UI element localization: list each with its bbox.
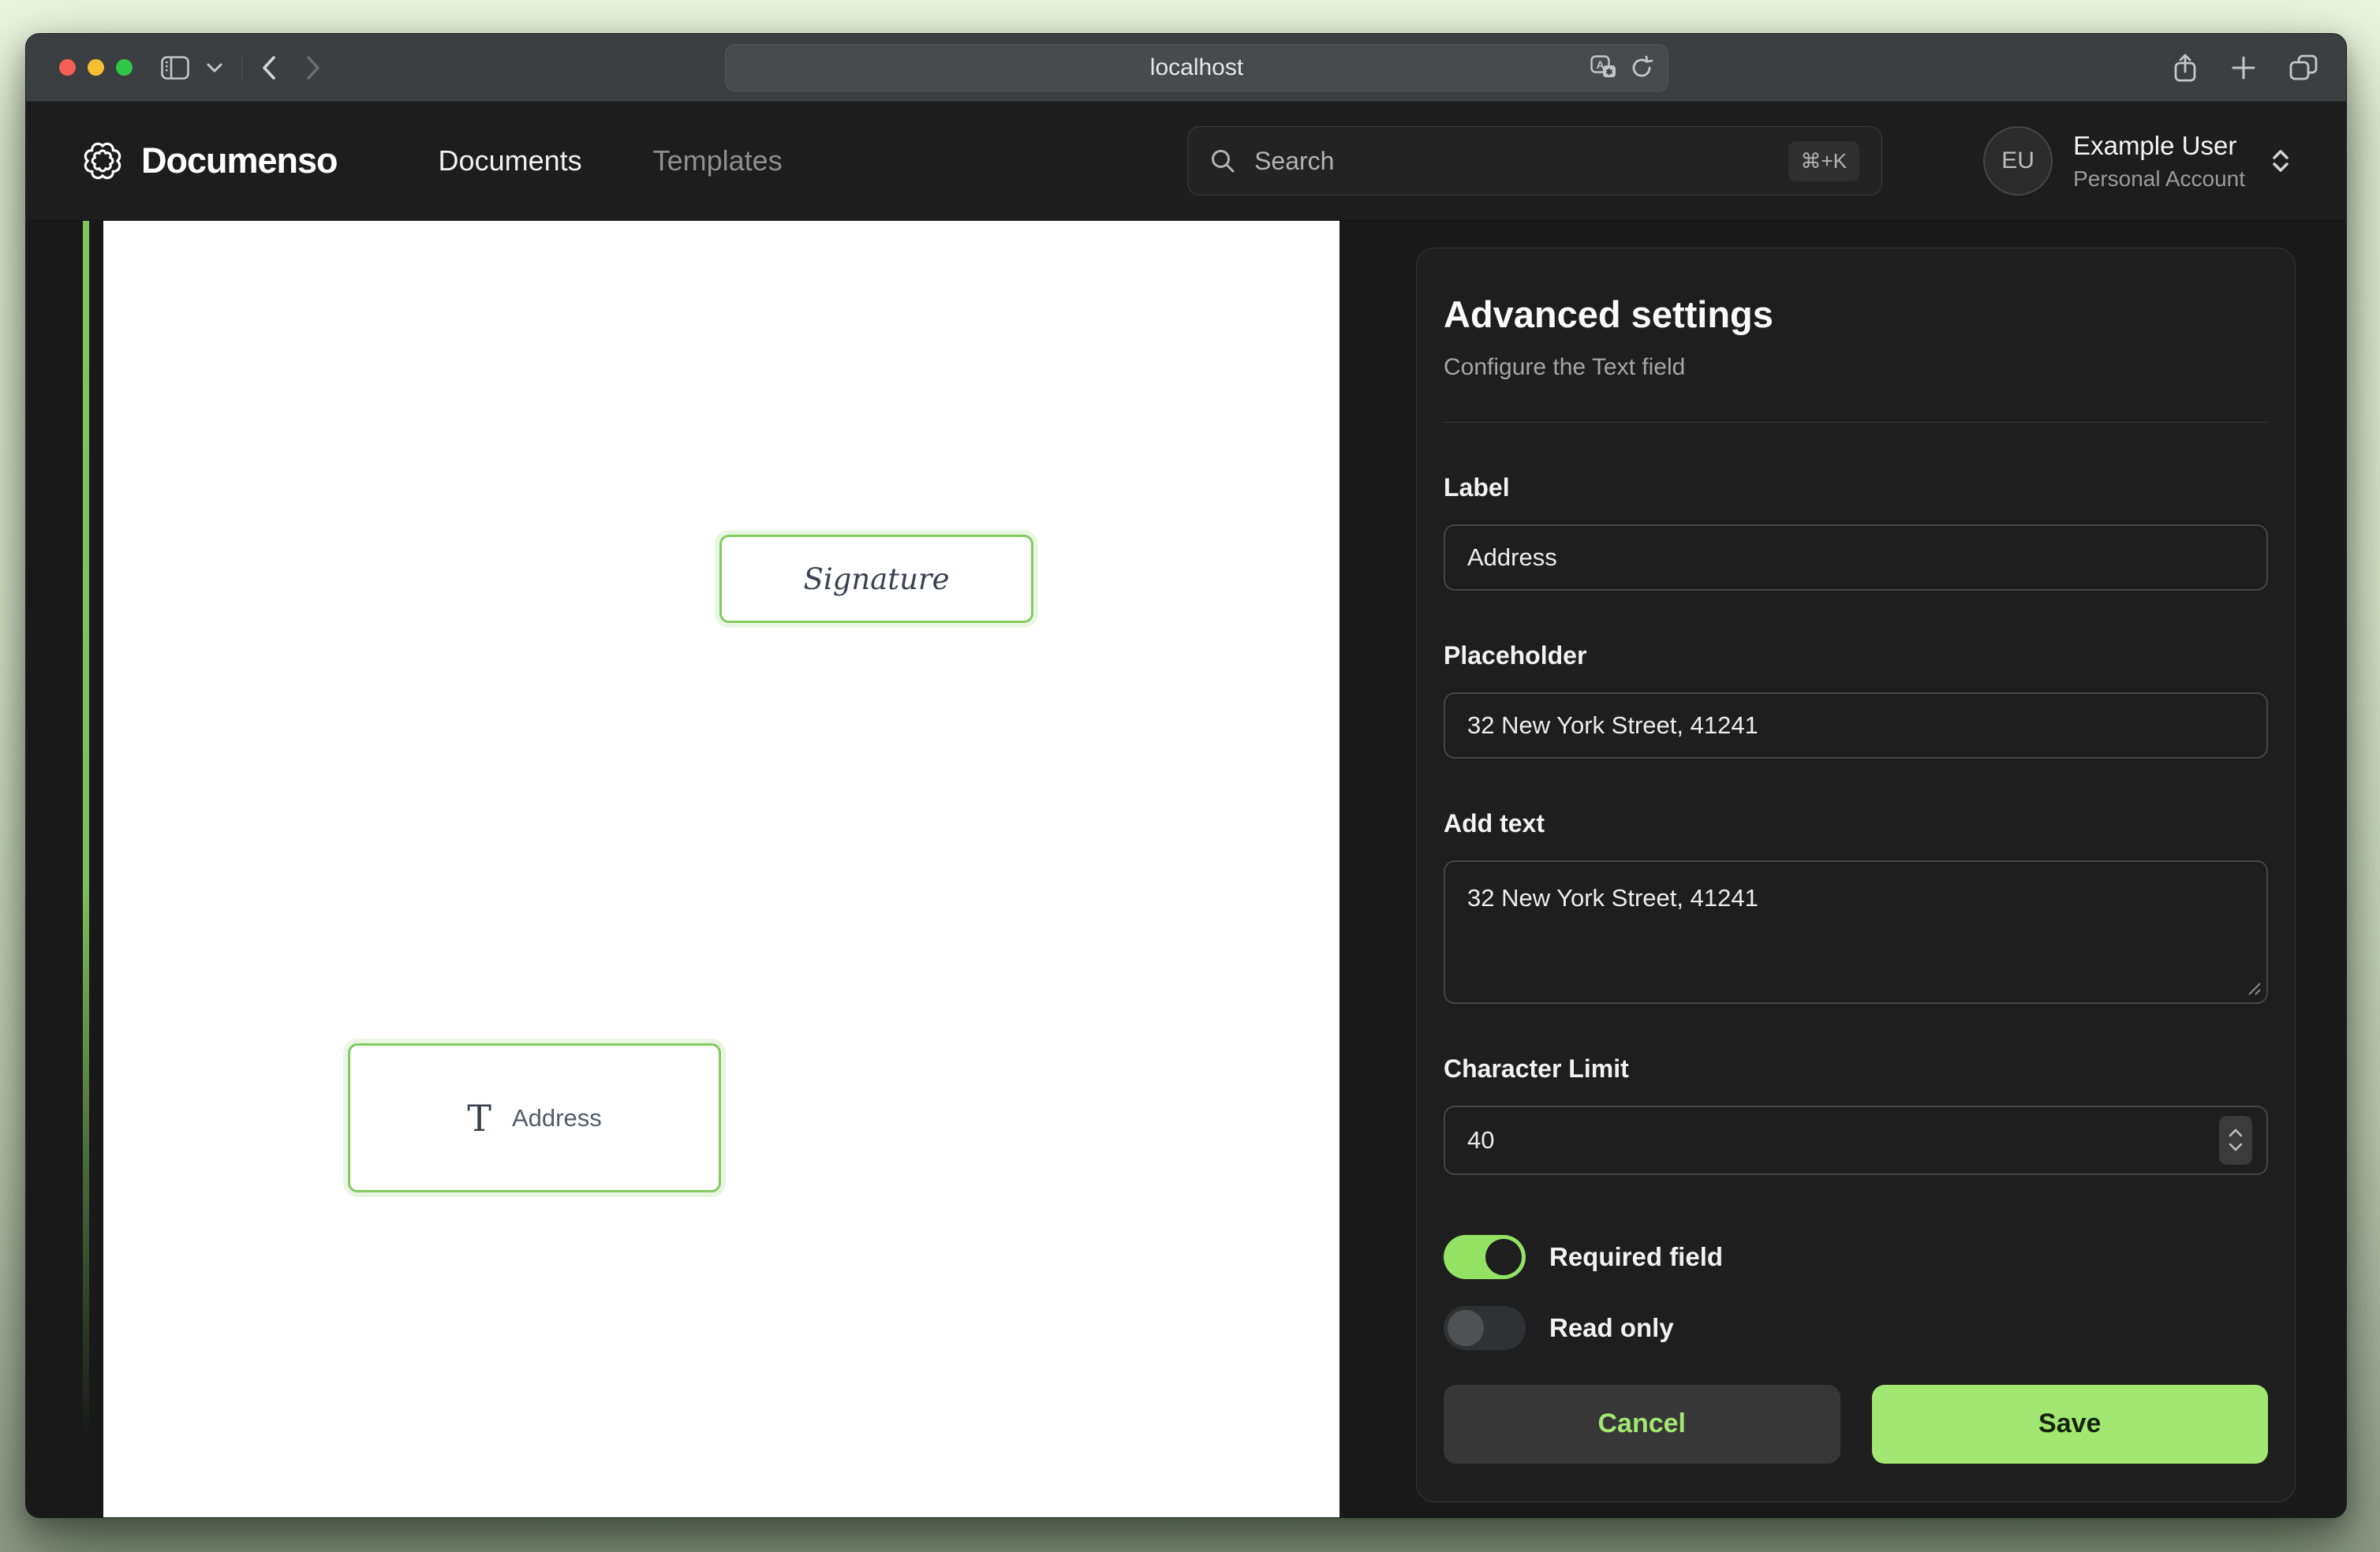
user-name: Example User <box>2073 130 2245 162</box>
svg-text:✱: ✱ <box>1605 68 1612 77</box>
panel-subtitle: Configure the Text field <box>1444 354 2268 381</box>
add-text-field-label: Add text <box>1444 809 2268 838</box>
character-limit-label: Character Limit <box>1444 1054 2268 1084</box>
share-icon[interactable] <box>2173 53 2198 83</box>
resize-handle-icon[interactable] <box>2246 980 2262 996</box>
forward-icon[interactable] <box>305 55 321 80</box>
save-button[interactable]: Save <box>1872 1385 2269 1464</box>
text-field-address[interactable]: T Address <box>348 1043 721 1192</box>
signature-field[interactable]: Signature <box>719 535 1033 623</box>
toolbar-left-group <box>161 54 321 81</box>
brand[interactable]: Documenso <box>81 140 338 182</box>
minimize-button[interactable] <box>88 59 104 76</box>
stepper-up-icon <box>2229 1129 2243 1137</box>
read-only-toggle[interactable] <box>1444 1306 1526 1350</box>
placeholder-input[interactable] <box>1444 692 2268 759</box>
read-only-label: Read only <box>1549 1313 1674 1343</box>
required-field-label: Required field <box>1549 1242 1723 1272</box>
placeholder-field-label: Placeholder <box>1444 641 2268 670</box>
new-tab-icon[interactable] <box>2231 55 2256 80</box>
sidebar-chevron-down-icon[interactable] <box>207 63 222 73</box>
close-button[interactable] <box>59 59 76 76</box>
required-field-toggle[interactable] <box>1444 1235 1526 1279</box>
documenso-logo-icon <box>81 140 124 182</box>
browser-window: localhost A ✱ <box>25 33 2347 1518</box>
search-shortcut-badge: ⌘+K <box>1788 141 1860 181</box>
text-type-icon: T <box>467 1100 491 1136</box>
add-text-textarea[interactable]: 32 New York Street, 41241 <box>1444 860 2268 1004</box>
back-icon[interactable] <box>261 55 277 80</box>
label-field-label: Label <box>1444 473 2268 502</box>
tab-overview-icon[interactable] <box>2289 54 2318 81</box>
translate-icon[interactable]: A ✱ <box>1590 55 1617 80</box>
panel-divider <box>1444 422 2268 423</box>
reload-icon[interactable] <box>1630 55 1653 80</box>
toolbar-right-group <box>2173 53 2318 83</box>
cancel-button[interactable]: Cancel <box>1444 1385 1840 1464</box>
brand-name: Documenso <box>141 140 338 181</box>
toggle-knob <box>1485 1239 1522 1275</box>
toolbar-divider <box>241 54 242 81</box>
zoom-button[interactable] <box>116 59 133 76</box>
panel-title: Advanced settings <box>1444 294 2268 335</box>
text-field-label: Address <box>512 1104 602 1132</box>
required-field-row: Required field <box>1444 1235 2268 1279</box>
desktop: localhost A ✱ <box>0 0 2380 1552</box>
main-nav: Documents Templates <box>439 144 783 177</box>
nav-templates[interactable]: Templates <box>653 144 783 177</box>
character-limit-input[interactable] <box>1444 1106 2268 1175</box>
avatar: EU <box>1983 126 2053 196</box>
nav-documents[interactable]: Documents <box>439 144 582 177</box>
search-bar[interactable]: ⌘+K <box>1187 126 1882 196</box>
browser-toolbar: localhost A ✱ <box>26 34 2346 102</box>
panel-actions: Cancel Save <box>1444 1385 2268 1464</box>
advanced-settings-panel: Advanced settings Configure the Text fie… <box>1416 248 2296 1502</box>
user-menu[interactable]: EU Example User Personal Account <box>1983 126 2291 196</box>
search-icon <box>1210 148 1235 173</box>
editor-content: Signature T Address Advanced settings Co… <box>26 221 2346 1517</box>
toggle-knob <box>1448 1310 1484 1346</box>
document-page: Signature T Address <box>103 221 1339 1517</box>
sidebar-toggle-icon[interactable] <box>161 56 189 80</box>
search-input[interactable] <box>1253 146 1770 177</box>
url-text: localhost <box>1150 54 1243 81</box>
signature-field-label: Signature <box>803 562 949 596</box>
traffic-lights <box>59 59 133 76</box>
number-stepper[interactable] <box>2219 1116 2252 1165</box>
stepper-down-icon <box>2229 1143 2243 1151</box>
address-bar[interactable]: localhost A ✱ <box>725 44 1668 91</box>
page-edge-accent <box>83 221 89 1435</box>
read-only-row: Read only <box>1444 1306 2268 1350</box>
chevrons-up-down-icon <box>2270 149 2291 173</box>
label-input[interactable] <box>1444 524 2268 591</box>
user-account-type: Personal Account <box>2073 166 2245 192</box>
app-header: Documenso Documents Templates ⌘+K EU <box>26 102 2346 221</box>
